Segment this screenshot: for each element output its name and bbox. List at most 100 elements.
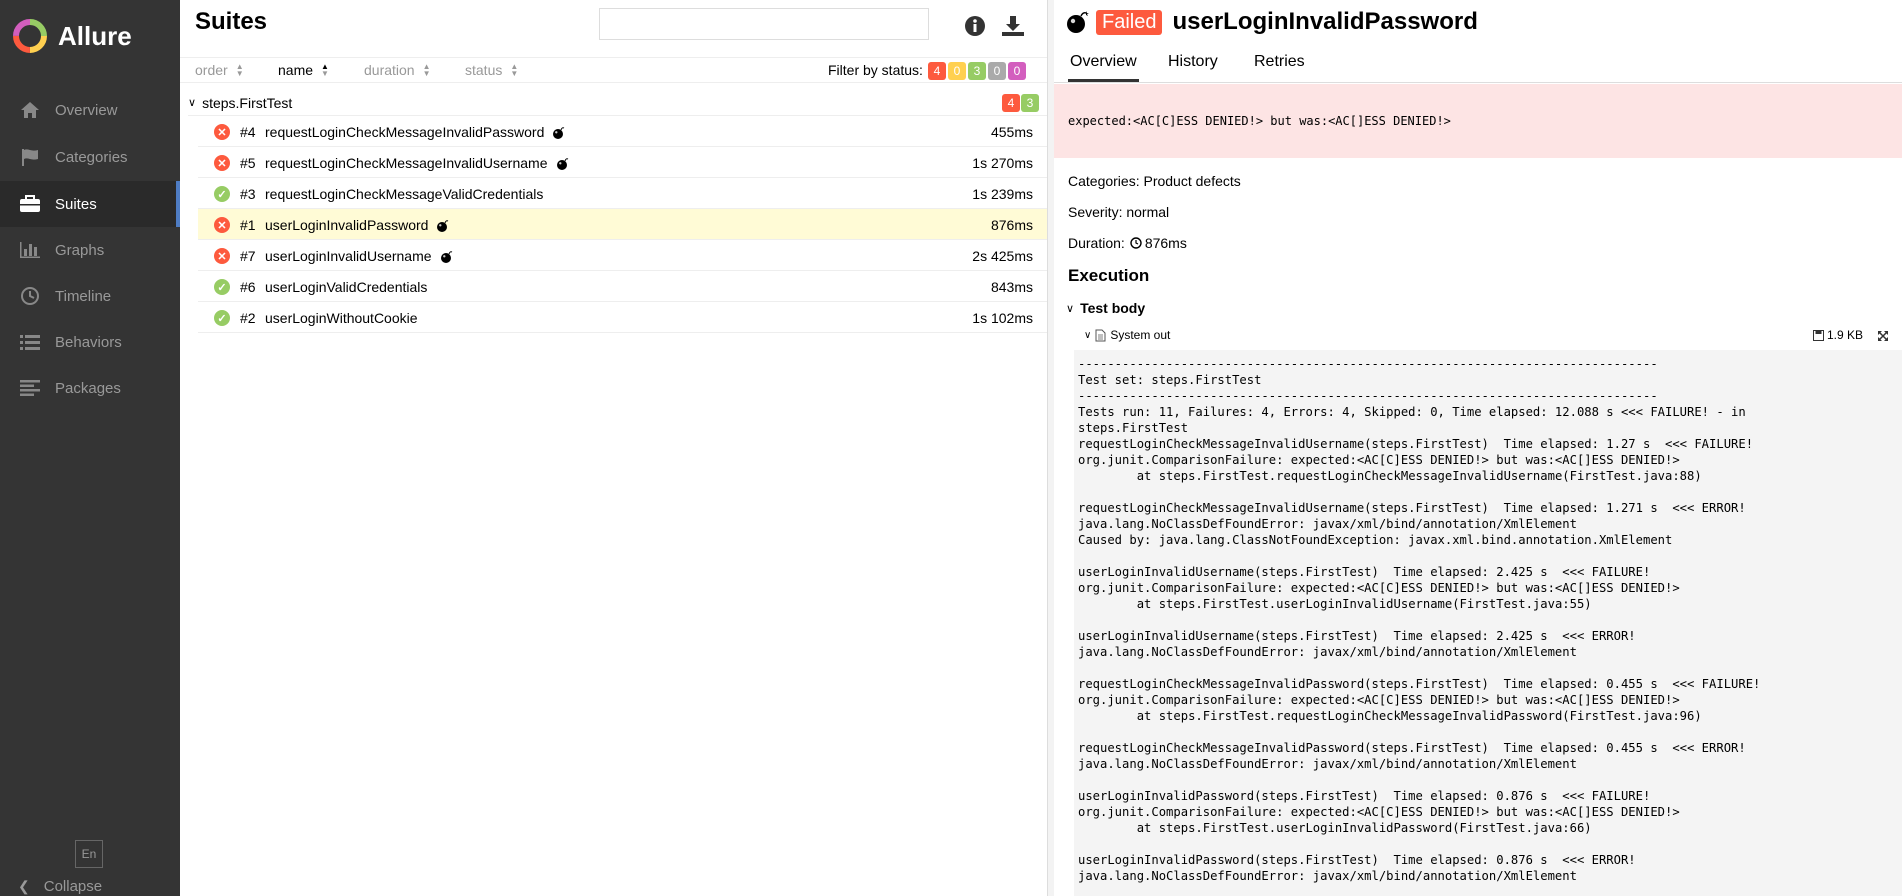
- failed-icon: ✕: [214, 217, 230, 233]
- passed-icon: ✓: [214, 186, 230, 202]
- categories-label: Categories:: [1068, 173, 1140, 189]
- sidebar-item-label: Graphs: [55, 241, 105, 259]
- brand[interactable]: Allure: [12, 16, 132, 56]
- test-name-text: userLoginWithoutCookie: [265, 310, 418, 326]
- test-name-cell: userLoginValidCredentials: [265, 279, 427, 295]
- bar-chart-icon: [18, 238, 42, 262]
- test-duration: 876ms: [990, 217, 1033, 233]
- test-name-cell: requestLoginCheckMessageValidCredentials: [265, 186, 543, 202]
- severity-value: normal: [1126, 204, 1170, 220]
- home-icon: [18, 98, 42, 122]
- sort-name[interactable]: name ▲ ▼: [278, 62, 329, 78]
- test-number: #6: [240, 279, 256, 295]
- page-title: Suites: [195, 8, 268, 35]
- test-number: #1: [240, 217, 256, 233]
- sort-status[interactable]: status ▲ ▼: [465, 62, 518, 78]
- brand-name: Allure: [58, 20, 132, 51]
- list-icon: [18, 330, 42, 354]
- sort-arrows-icon: ▲ ▼: [235, 62, 244, 78]
- chevron-down-icon: ∨: [188, 97, 197, 109]
- test-duration: 1s 239ms: [972, 186, 1033, 202]
- error-message-box: expected:<AC[C]ESS DENIED!> but was:<AC[…: [1054, 84, 1902, 158]
- system-out-log: ----------------------------------------…: [1074, 350, 1902, 896]
- sidebar-item-label: Timeline: [55, 287, 112, 305]
- bomb-icon: [556, 158, 568, 171]
- pane-splitter[interactable]: [1047, 0, 1054, 896]
- test-number: #7: [240, 248, 256, 264]
- suites-pane: Suites order ▲ ▼ name ▲ ▼ duration ▲ ▼ status ▲…: [180, 0, 1047, 896]
- test-name-cell: requestLoginCheckMessageInvalidPassword: [265, 124, 566, 140]
- file-icon: [1095, 329, 1106, 341]
- test-number: #5: [240, 155, 256, 171]
- error-message: expected:<AC[C]ESS DENIED!> but was:<AC[…: [1068, 114, 1451, 128]
- test-row[interactable]: ✓ #2 userLoginWithoutCookie 1s 102ms: [198, 302, 1047, 333]
- group-passed-badge: 3: [1021, 94, 1039, 112]
- download-button[interactable]: [999, 12, 1027, 40]
- categories-line: Categories: Product defects: [1068, 173, 1241, 189]
- save-icon: [1813, 329, 1824, 341]
- test-row[interactable]: ✕ #4 requestLoginCheckMessageInvalidPasswo…: [198, 116, 1047, 147]
- test-row[interactable]: ✓ #6 userLoginValidCredentials 843ms: [198, 271, 1047, 302]
- sort-duration[interactable]: duration ▲ ▼: [364, 62, 431, 78]
- test-duration: 2s 425ms: [972, 248, 1033, 264]
- sidebar-item-behaviors[interactable]: Behaviors: [0, 319, 180, 365]
- sidebar-item-label: Behaviors: [55, 333, 122, 351]
- tab-history[interactable]: History: [1168, 53, 1218, 79]
- collapse-label: Collapse: [43, 878, 103, 895]
- sort-order[interactable]: order ▲ ▼: [195, 62, 244, 78]
- expand-button[interactable]: [1877, 329, 1889, 347]
- sidebar-item-timeline[interactable]: Timeline: [0, 273, 180, 319]
- sort-bar: order ▲ ▼ name ▲ ▼ duration ▲ ▼ status ▲ ▼ Filte…: [180, 57, 1047, 83]
- test-row[interactable]: ✓ #3 requestLoginCheckMessageValidCredenti…: [198, 178, 1047, 209]
- filter-failed-badge[interactable]: 4: [928, 62, 946, 80]
- test-row[interactable]: ✕ #7 userLoginInvalidUsername 2s 425ms: [198, 240, 1047, 271]
- attachment-size: 1.9 KB: [1813, 328, 1863, 342]
- failed-icon: ✕: [214, 124, 230, 140]
- sidebar-item-label: Packages: [55, 379, 121, 397]
- test-name-text: userLoginValidCredentials: [265, 279, 428, 295]
- test-row[interactable]: ✕ #1 userLoginInvalidPassword 876ms: [198, 209, 1047, 240]
- tab-retries[interactable]: Retries: [1254, 53, 1305, 79]
- suite-group[interactable]: ∨ steps.FirstTest 4 3: [188, 90, 1047, 116]
- attachment-size-value: 1.9 KB: [1827, 328, 1864, 342]
- sidebar-item-graphs[interactable]: Graphs: [0, 227, 180, 273]
- filter-broken-badge[interactable]: 0: [948, 62, 966, 80]
- sort-name-label: name: [278, 62, 314, 78]
- sidebar-item-suites[interactable]: Suites: [0, 181, 180, 227]
- info-button[interactable]: [961, 12, 989, 40]
- search-input[interactable]: [599, 8, 929, 40]
- passed-icon: ✓: [214, 310, 230, 326]
- test-duration: 843ms: [990, 279, 1033, 295]
- test-row[interactable]: ✕ #5 requestLoginCheckMessageInvalidUserna…: [198, 147, 1047, 178]
- test-header: Failed userLoginInvalidPassword: [1066, 8, 1478, 36]
- filter-skipped-badge[interactable]: 0: [988, 62, 1006, 80]
- sidebar-item-categories[interactable]: Categories: [0, 134, 180, 180]
- test-name-cell: userLoginInvalidUsername: [265, 248, 454, 264]
- test-name-text: requestLoginCheckMessageValidCredentials: [265, 186, 544, 202]
- filter-passed-badge[interactable]: 3: [968, 62, 986, 80]
- test-name-text: userLoginInvalidPassword: [265, 217, 429, 233]
- sidebar-item-label: Categories: [55, 148, 128, 166]
- sidebar-item-overview[interactable]: Overview: [0, 87, 180, 133]
- system-out-text: ----------------------------------------…: [1078, 357, 1761, 883]
- sidebar-item-packages[interactable]: Packages: [0, 365, 180, 411]
- detail-tabs: Overview History Retries: [1054, 47, 1902, 83]
- system-out-toggle[interactable]: ∨ System out: [1084, 328, 1170, 342]
- download-icon: [1002, 16, 1024, 36]
- flag-icon: [18, 145, 42, 169]
- severity-line: Severity: normal: [1068, 204, 1169, 220]
- test-name-text: requestLoginCheckMessageInvalidUsername: [265, 155, 548, 171]
- test-name-text: userLoginInvalidUsername: [265, 248, 432, 264]
- tab-overview[interactable]: Overview: [1068, 53, 1139, 82]
- filter-unknown-badge[interactable]: 0: [1008, 62, 1026, 80]
- sidebar: Allure Overview Categories Suites Graphs…: [0, 0, 180, 896]
- system-out-label: System out: [1110, 328, 1171, 342]
- language-button[interactable]: En: [75, 840, 103, 868]
- briefcase-icon: [18, 192, 42, 216]
- categories-value: Product defects: [1143, 173, 1241, 189]
- sort-arrows-icon: ▲ ▼: [321, 62, 329, 78]
- bomb-icon: [440, 251, 452, 264]
- test-body-toggle[interactable]: ∨ Test body: [1066, 300, 1145, 316]
- collapse-button[interactable]: ❮ Collapse: [18, 878, 102, 895]
- clock-icon: [18, 284, 42, 308]
